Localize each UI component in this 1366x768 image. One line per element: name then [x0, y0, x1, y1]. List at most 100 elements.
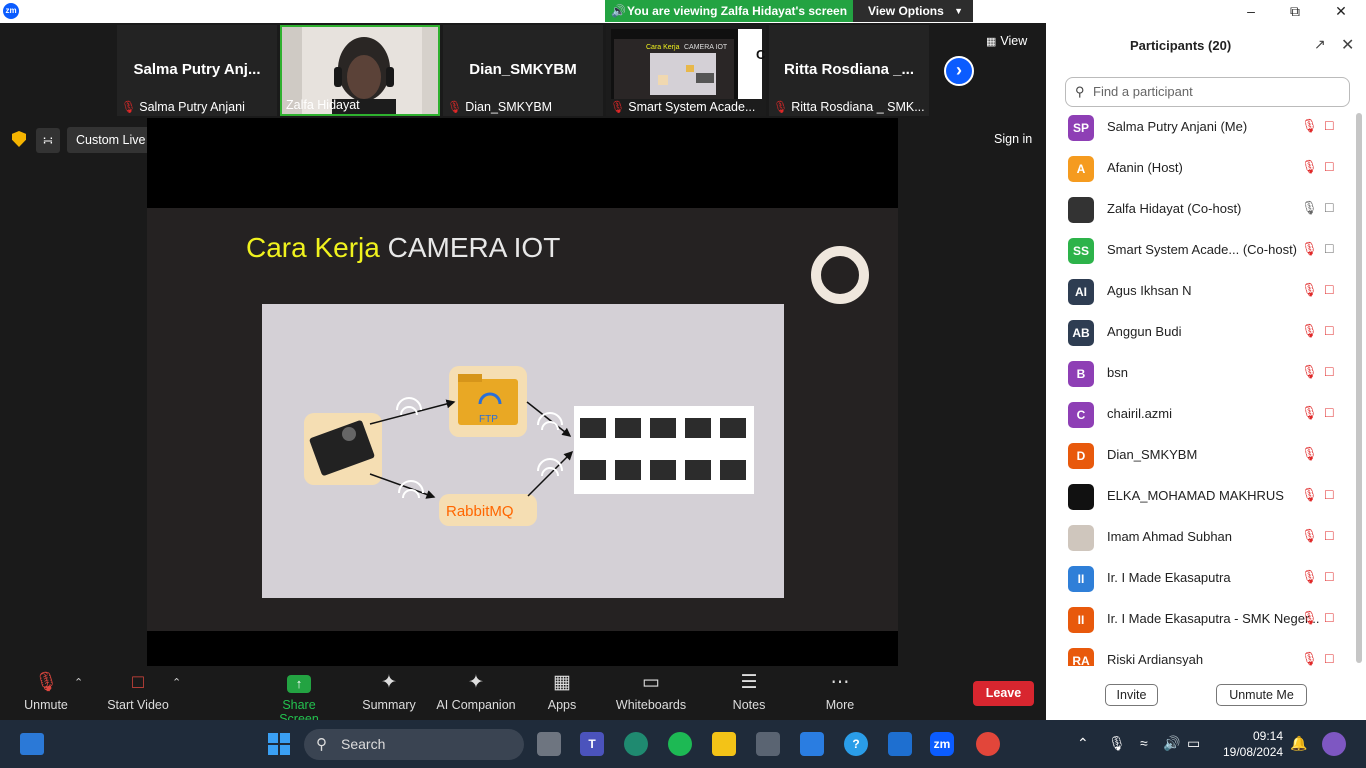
mic-muted-icon: 🎙 — [121, 100, 137, 114]
panel-scrollbar[interactable] — [1356, 113, 1362, 663]
participant-name: ELKA_MOHAMAD MAKHRUS — [1107, 488, 1284, 503]
unmute-me-button[interactable]: Unmute Me — [1216, 684, 1307, 706]
shield-icon[interactable] — [12, 131, 26, 147]
mic-muted-icon: 🎙 — [1301, 569, 1318, 584]
popout-icon[interactable]: ↗ — [1314, 36, 1326, 53]
share-screen-button[interactable]: ↑ Share Screen — [262, 670, 336, 726]
task-view-icon[interactable] — [537, 732, 561, 756]
participant-row[interactable]: D Dian_SMKYBM 🎙 — [1046, 439, 1356, 480]
more-button[interactable]: ⋯ More — [820, 670, 860, 712]
edge-icon[interactable] — [624, 732, 648, 756]
participant-row[interactable]: Zalfa Hidayat (Co-host) 🎙 □ — [1046, 193, 1356, 234]
mic-muted-icon: 🎙 — [1301, 651, 1318, 666]
calculator-icon[interactable] — [756, 732, 780, 756]
clock-date[interactable]: 19/08/2024 — [1223, 745, 1283, 759]
mic-muted-icon: 🎙 — [1301, 528, 1318, 543]
video-tile[interactable]: Ritta Rosdiana _... 🎙 Ritta Rosdiana _ SM… — [769, 25, 929, 116]
participant-row[interactable]: Bbsn 🎙 □ — [1046, 357, 1356, 398]
avatar: AI — [1068, 279, 1094, 305]
battery-icon[interactable]: ▭ — [1187, 735, 1200, 752]
participant-row[interactable]: SP Salma Putry Anjani (Me) 🎙 □ — [1046, 111, 1356, 152]
tile-label-text: Smart System Acade... — [628, 100, 756, 114]
news-icon[interactable] — [888, 732, 912, 756]
participant-row[interactable]: II Ir. I Made Ekasaputra - SMK Neger... 🎙 □ — [1046, 603, 1356, 644]
view-options-label: View Options — [868, 4, 944, 18]
video-options-chevron[interactable]: ⌃ — [172, 676, 181, 689]
participant-row[interactable]: AB Anggun Budi 🎙 □ — [1046, 316, 1356, 357]
restore-button[interactable]: ⧉ — [1272, 0, 1318, 22]
copilot-icon[interactable] — [1322, 732, 1346, 756]
spotify-icon[interactable] — [668, 732, 692, 756]
invite-button[interactable]: Invite — [1105, 684, 1158, 706]
view-options-button[interactable]: View Options ▼ — [853, 0, 973, 22]
participant-search-input[interactable]: ⚲ Find a participant — [1065, 77, 1350, 107]
participant-row[interactable]: Imam Ahmad Subhan 🎙 □ — [1046, 521, 1356, 562]
clock-time[interactable]: 09:14 — [1223, 729, 1283, 743]
audio-options-chevron[interactable]: ⌃ — [74, 676, 83, 689]
avatar: AB — [1068, 320, 1094, 346]
notes-label: Notes — [732, 698, 766, 712]
close-icon[interactable]: ✕ — [1341, 35, 1354, 55]
start-video-label: Start Video — [107, 698, 169, 712]
video-tile[interactable]: Cara Kerja CAMERA IOT C 🎙 Smart System Ac… — [606, 25, 766, 116]
wifi-icon[interactable]: ≈ — [1140, 735, 1148, 751]
next-page-button[interactable]: › — [944, 56, 974, 86]
whiteboards-button[interactable]: ▭ Whiteboards — [614, 670, 688, 712]
unmute-button[interactable]: 🎙 Unmute — [18, 670, 74, 712]
chevron-up-icon[interactable]: ⌃ — [1077, 735, 1089, 752]
close-window-button[interactable]: ✕ — [1318, 0, 1364, 22]
slide-title: Cara Kerja CAMERA IOT — [246, 232, 560, 264]
slide-title-part2: CAMERA IOT — [387, 232, 561, 263]
avatar: SP — [1068, 115, 1094, 141]
participant-row[interactable]: II Ir. I Made Ekasaputra 🎙 □ — [1046, 562, 1356, 603]
architecture-diagram: FTP RabbitMQ — [262, 304, 784, 598]
start-video-button[interactable]: □ Start Video — [104, 670, 172, 712]
zoom-taskbar-icon[interactable]: zm — [930, 732, 954, 756]
help-icon[interactable]: ? — [844, 732, 868, 756]
more-label: More — [825, 698, 855, 712]
leave-button[interactable]: Leave — [973, 681, 1034, 706]
participant-row[interactable]: RA Riski Ardiansyah 🎙 □ — [1046, 644, 1356, 666]
ai-companion-button[interactable]: ✦ AI Companion — [435, 670, 517, 712]
tile-name: Salma Putry Anj... — [133, 61, 261, 78]
video-tile[interactable]: Dian_SMKYBM 🎙 Dian_SMKYBM — [443, 25, 603, 116]
participant-row[interactable]: Cchairil.azmi 🎙 □ — [1046, 398, 1356, 439]
taskbar-search[interactable]: ⚲ Search — [304, 729, 524, 760]
participant-name: Salma Putry Anjani (Me) — [1107, 119, 1248, 134]
sign-in-link[interactable]: Sign in — [994, 132, 1032, 146]
search-placeholder: Find a participant — [1093, 84, 1193, 99]
share-screen-icon: ↑ — [287, 675, 311, 693]
participant-row[interactable]: SS Smart System Acade... (Co-host) 🎙 □ — [1046, 234, 1356, 275]
start-button[interactable] — [268, 733, 290, 755]
chrome-icon[interactable] — [976, 732, 1000, 756]
view-button[interactable]: ▦ View — [986, 34, 1027, 48]
participant-name: Smart System Acade... (Co-host) — [1107, 242, 1298, 257]
video-tile[interactable]: Salma Putry Anj... 🎙 Salma Putry Anjani — [117, 25, 277, 116]
volume-icon[interactable]: 🔊 — [1163, 735, 1180, 752]
panel-title: Participants (20) — [1130, 38, 1232, 53]
slide-title-part1: Cara Kerja — [246, 232, 380, 263]
participant-name: Zalfa Hidayat (Co-host) — [1107, 201, 1242, 216]
diagram-graphic: FTP RabbitMQ — [304, 366, 754, 526]
mic-muted-icon: 🎙 — [1301, 364, 1318, 379]
participant-row[interactable]: AI Agus Ikhsan N 🎙 □ — [1046, 275, 1356, 316]
camera-off-icon: □ — [1325, 281, 1334, 297]
rss-icon[interactable]: ∺ — [36, 128, 60, 153]
file-explorer-icon[interactable] — [712, 732, 736, 756]
microphone-icon[interactable]: 🎙 — [1108, 735, 1126, 752]
svg-text:C: C — [756, 47, 766, 62]
store-icon[interactable] — [800, 732, 824, 756]
mic-muted-icon: 🎙 — [1301, 159, 1318, 174]
video-tile-active-speaker[interactable]: Zalfa Hidayat — [280, 25, 440, 116]
teams-icon[interactable]: T — [580, 732, 604, 756]
summary-button[interactable]: ✦ Summary — [358, 670, 420, 712]
notes-button[interactable]: ☰ Notes — [728, 670, 770, 712]
participant-row[interactable]: A Afanin (Host) 🎙 □ — [1046, 152, 1356, 193]
participant-row[interactable]: ELKA_MOHAMAD MAKHRUS 🎙 □ — [1046, 480, 1356, 521]
minimize-button[interactable]: – — [1228, 0, 1274, 22]
participant-name: Ir. I Made Ekasaputra — [1107, 570, 1231, 585]
widgets-icon[interactable] — [20, 733, 44, 755]
apps-button[interactable]: ▦ Apps — [540, 670, 584, 712]
notification-bell-icon[interactable]: 🔔 — [1290, 735, 1307, 752]
svg-text:Cara Kerja: Cara Kerja — [646, 44, 680, 51]
